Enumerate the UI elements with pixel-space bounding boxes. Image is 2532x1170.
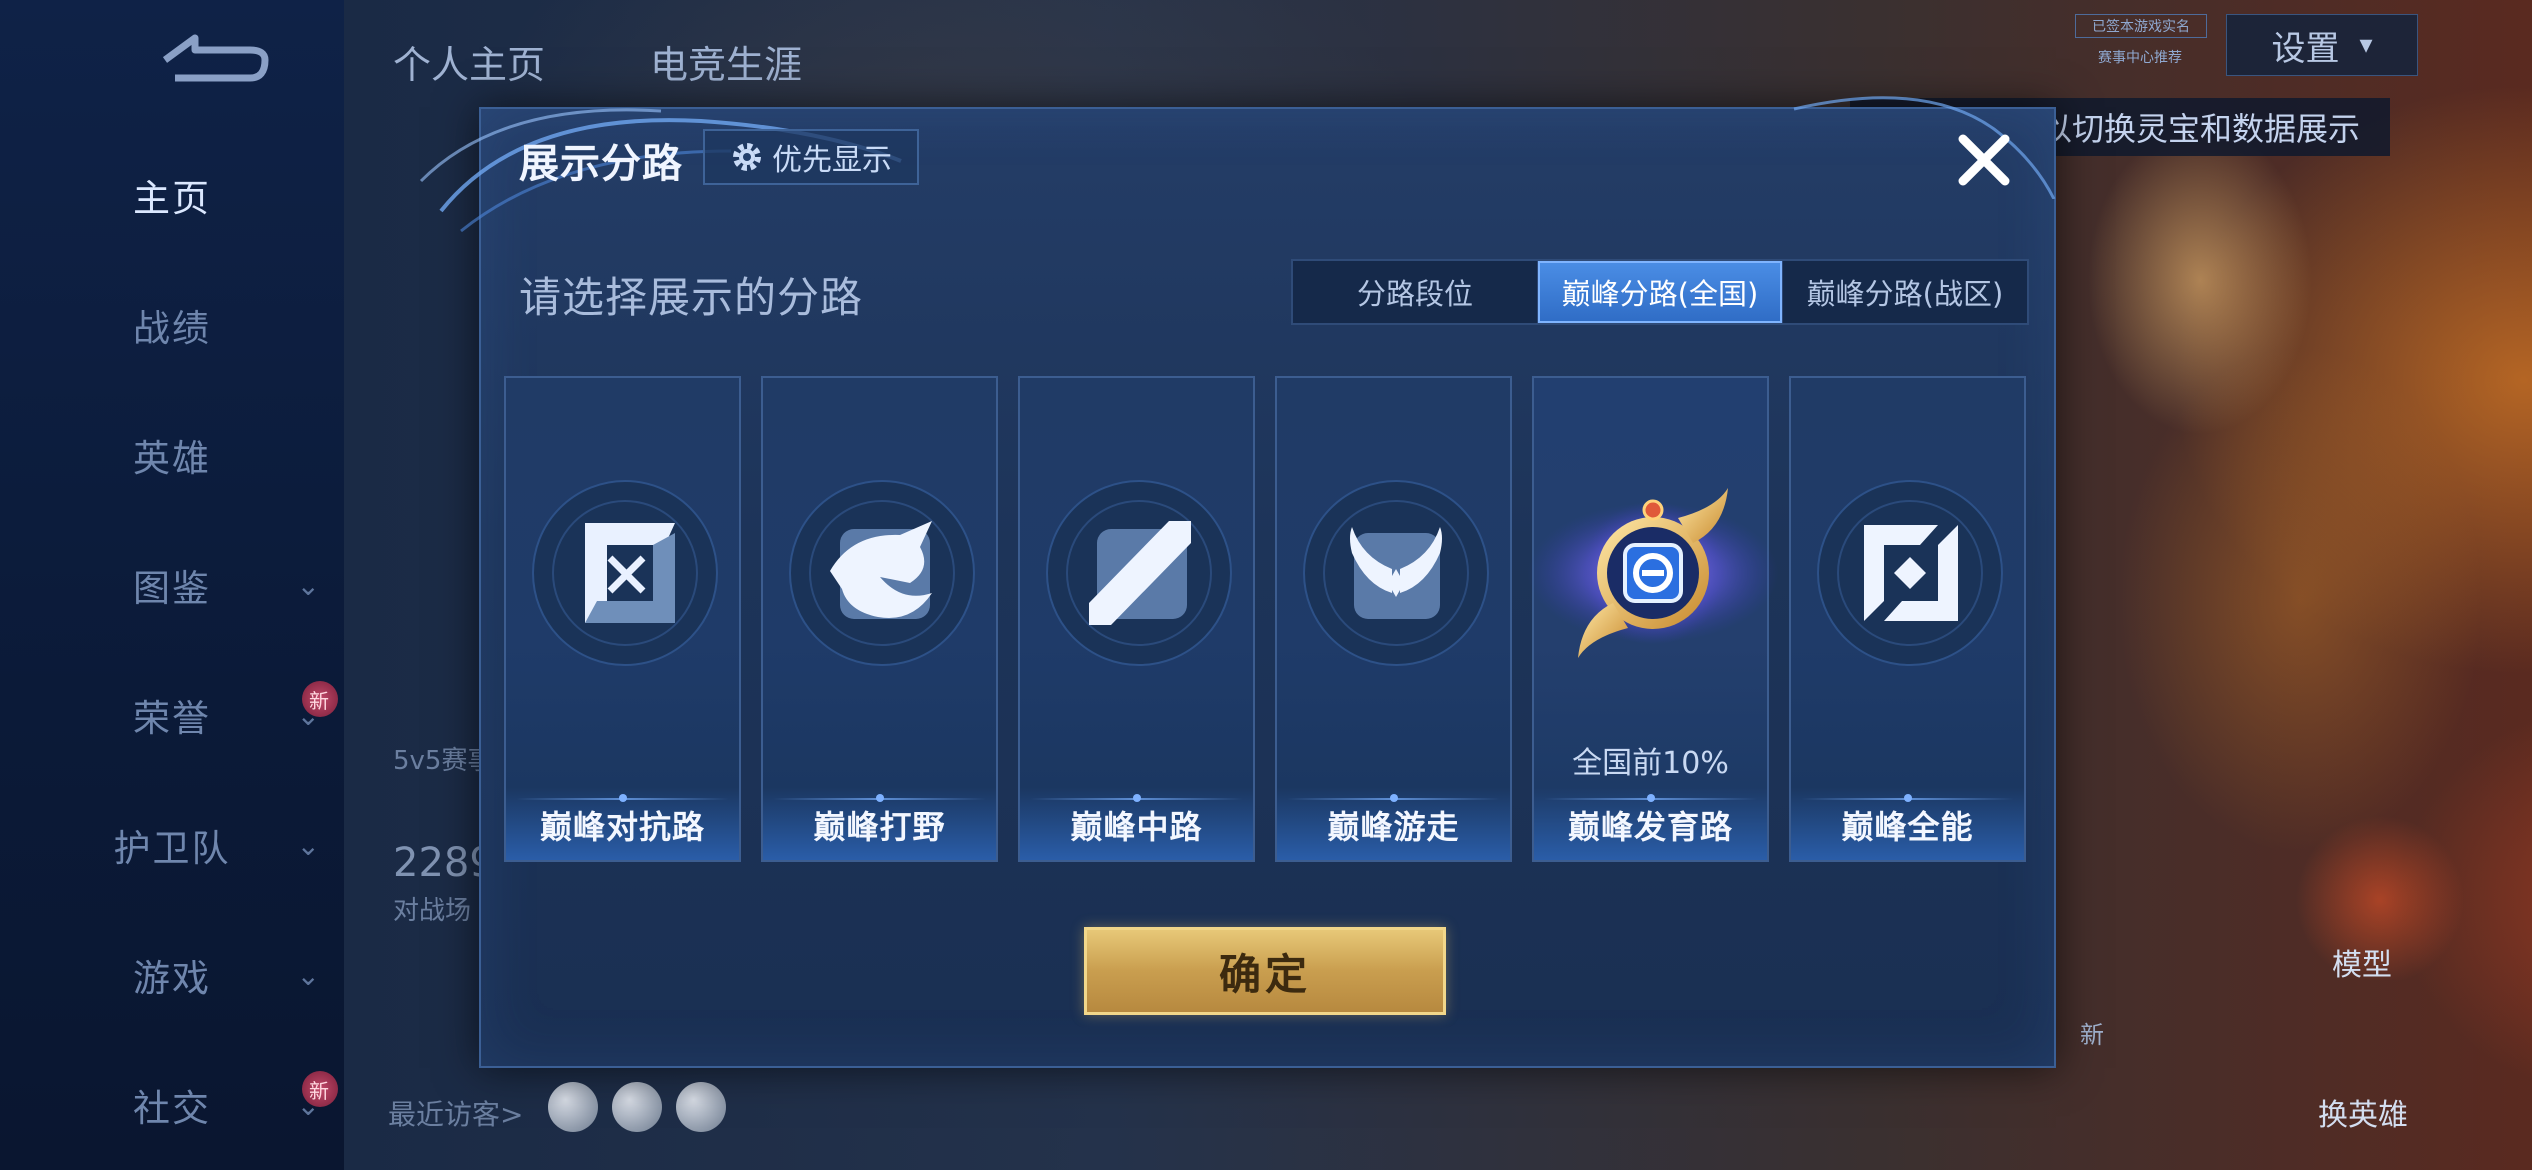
lane-display-dialog: 展示分路 优先显示 请选择展示的分路 分路段位 巅峰分路(全国) 巅峰分路(战区… [419, 96, 2056, 1068]
tab-peak-lane-national[interactable]: 巅峰分路(全国) [1538, 261, 1783, 323]
recent-visitors-link[interactable]: 最近访客> [388, 1093, 523, 1133]
lane-card-farm[interactable]: 全国前10% 巅峰发育路 [1528, 376, 1778, 862]
decorative-swirl [1793, 96, 2056, 199]
sidebar-item-guard[interactable]: 护卫队 ⌄ [0, 805, 344, 885]
priority-display-label: 优先显示 [772, 143, 892, 178]
divider [516, 794, 729, 802]
realname-tag: 已签本游戏实名 [2075, 14, 2207, 38]
sidebar-item-label: 护卫队 [113, 827, 231, 870]
tab-peak-lane-region[interactable]: 巅峰分路(战区) [1783, 261, 2027, 323]
sidebar-item-label: 英雄 [133, 437, 211, 480]
tab-personal-home[interactable]: 个人主页 [393, 34, 545, 89]
chevron-down-icon: ⌄ [296, 958, 322, 992]
sidebar-item-label: 荣誉 [133, 697, 211, 740]
settings-label: 设置 [2271, 28, 2340, 69]
lane-card-list: 巅峰对抗路 巅峰打野 巅峰中路 巅峰游走 全国前10% 巅峰发育路 巅峰全能 [504, 376, 2034, 862]
close-icon[interactable] [1949, 125, 2019, 195]
sidebar-item-honor[interactable]: 荣誉 ⌄ 新 [0, 675, 344, 755]
divider [773, 794, 986, 802]
sidebar-item-heroes[interactable]: 英雄 [0, 415, 344, 495]
new-label: 新 [2080, 1021, 2104, 1049]
lane-card-support[interactable]: 巅峰游走 [1275, 376, 1512, 862]
chevron-down-icon: ⌄ [296, 828, 322, 862]
mid-lane-icon [1046, 480, 1232, 666]
lane-name: 巅峰打野 [813, 808, 946, 846]
sidebar-item-social[interactable]: 社交 ⌄ 新 [0, 1065, 344, 1145]
sidebar-item-home[interactable]: 主页 [0, 155, 344, 235]
divider [1287, 794, 1500, 802]
lane-card-jungle[interactable]: 巅峰打野 [761, 376, 998, 862]
priority-display-button[interactable]: 优先显示 [703, 129, 919, 185]
dialog-title: 展示分路 [519, 141, 683, 187]
lane-name: 巅峰对抗路 [539, 808, 705, 846]
lane-card-all-round[interactable]: 巅峰全能 [1789, 376, 2026, 862]
dragon-jungle-icon [789, 480, 975, 666]
lane-card-mid[interactable]: 巅峰中路 [1018, 376, 1255, 862]
sidebar-item-label: 战绩 [133, 307, 211, 350]
sidebar-item-label: 游戏 [133, 957, 211, 1000]
sidebar-item-codex[interactable]: 图鉴 ⌄ [0, 545, 344, 625]
match-count-label: 对战场 [393, 896, 472, 926]
switch-hint-text: 以切换灵宝和数据展示 [2040, 110, 2361, 148]
settings-button[interactable]: 设置 ▾ [2226, 14, 2418, 76]
lane-card-top[interactable]: 巅峰对抗路 [504, 376, 741, 862]
divider [1544, 794, 1757, 802]
sidebar-item-label: 图鉴 [133, 567, 211, 610]
tab-lane-rank[interactable]: 分路段位 [1293, 261, 1538, 323]
lane-type-tabs: 分路段位 巅峰分路(全国) 巅峰分路(战区) [1291, 259, 2029, 325]
dialog-subtitle: 请选择展示的分路 [519, 273, 864, 322]
event-tag: 赛事中心推荐 [2098, 50, 2182, 66]
sidebar-item-records[interactable]: 战绩 [0, 285, 344, 365]
wings-support-icon [1303, 480, 1489, 666]
visitor-avatar[interactable] [676, 1082, 726, 1132]
chevron-down-icon: ⌄ [296, 568, 322, 602]
lane-name: 巅峰游走 [1327, 808, 1460, 846]
lane-name: 巅峰中路 [1070, 808, 1203, 846]
divider [1801, 794, 2014, 802]
model-button[interactable]: 模型 [2332, 940, 2392, 984]
chevron-down-icon: ▾ [2359, 30, 2373, 60]
new-badge: 新 [302, 1071, 338, 1107]
hero-artwork [2060, 80, 2532, 980]
rank-emblem-icon [1528, 488, 1778, 658]
sidebar-item-label: 社交 [133, 1087, 211, 1130]
gear-icon [733, 143, 761, 171]
visitor-avatar[interactable] [612, 1082, 662, 1132]
back-arrow-icon[interactable] [155, 30, 275, 90]
sidebar-item-label: 主页 [133, 177, 211, 220]
sword-lane-icon [532, 480, 718, 666]
new-badge: 新 [302, 681, 338, 717]
left-sidebar: 主页 战绩 英雄 图鉴 ⌄ 荣誉 ⌄ 新 护卫队 ⌄ 游戏 ⌄ 社交 ⌄ 新 [0, 0, 344, 1170]
lane-name: 巅峰全能 [1841, 808, 1974, 846]
switch-hero-button[interactable]: 换英雄 [2318, 1090, 2408, 1134]
lane-name: 巅峰发育路 [1567, 808, 1733, 846]
lane-rank-text: 全国前10% [1572, 746, 1729, 781]
divider [1030, 794, 1243, 802]
tab-esports-career[interactable]: 电竞生涯 [650, 34, 802, 89]
confirm-button[interactable]: 确定 [1084, 927, 1446, 1015]
visitor-avatar[interactable] [548, 1082, 598, 1132]
all-round-icon [1817, 480, 2003, 666]
sidebar-item-games[interactable]: 游戏 ⌄ [0, 935, 344, 1015]
